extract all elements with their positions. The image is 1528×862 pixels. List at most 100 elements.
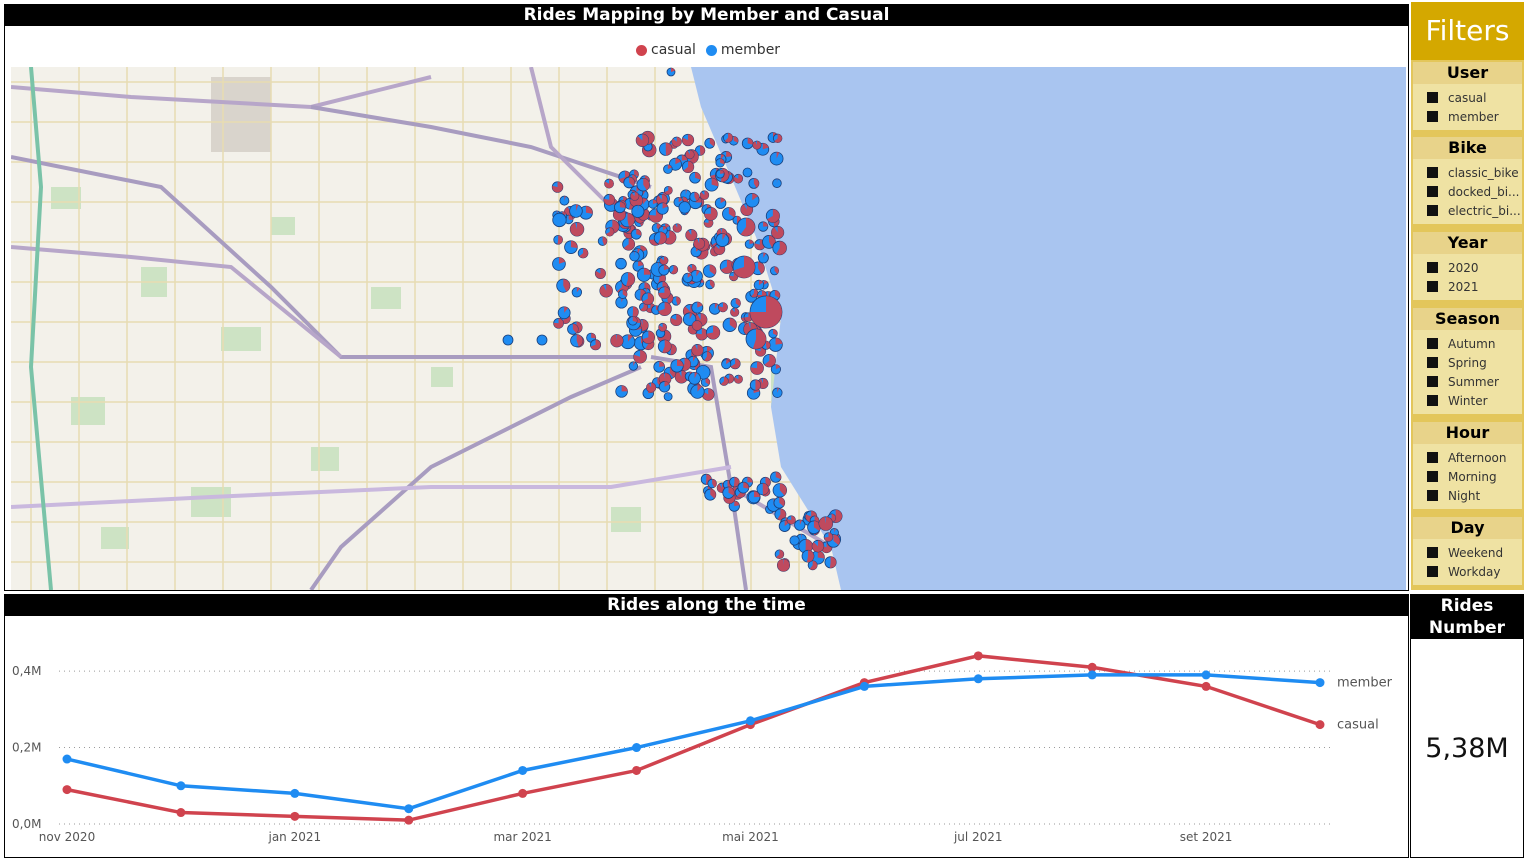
station-marker (794, 519, 806, 531)
checkbox[interactable] (1427, 471, 1438, 482)
station-marker (745, 328, 767, 350)
filter-option-label: 2020 (1448, 260, 1479, 275)
station-marker (773, 496, 786, 509)
station-marker (699, 190, 710, 200)
checkbox[interactable] (1427, 547, 1438, 558)
filter-option[interactable]: docked_bi... (1413, 182, 1522, 201)
data-point-member (859, 681, 869, 691)
station-marker (729, 476, 740, 488)
data-point-member (745, 716, 755, 726)
map-canvas[interactable] (11, 67, 1406, 590)
filter-option[interactable]: Morning (1413, 467, 1522, 486)
filter-option[interactable]: 2021 (1413, 277, 1522, 296)
station-marker (693, 237, 706, 250)
legend-member-label[interactable]: member (721, 42, 780, 58)
rides-line-chart[interactable]: 0,0M 0,2M 0,4M nov 2020 jan 2021 mar 2021 mai … (4, 617, 1409, 857)
station-marker (629, 251, 640, 262)
station-marker (736, 217, 756, 237)
station-marker (776, 558, 791, 572)
checkbox[interactable] (1427, 205, 1438, 216)
station-marker (570, 334, 584, 348)
checkbox[interactable] (1427, 357, 1438, 368)
station-marker (617, 289, 628, 299)
filter-option-label: 2021 (1448, 279, 1479, 294)
checkbox[interactable] (1427, 566, 1438, 577)
station-marker (659, 256, 669, 265)
station-marker (772, 483, 788, 498)
filter-option[interactable]: electric_bi... (1413, 201, 1522, 220)
checkbox[interactable] (1427, 281, 1438, 292)
station-marker (722, 317, 737, 332)
station-marker (770, 471, 782, 483)
station-marker (704, 206, 718, 221)
data-point-member (176, 781, 186, 791)
filter-option[interactable]: Night (1413, 486, 1522, 505)
station-marker (733, 374, 743, 384)
station-marker (715, 158, 725, 168)
checkbox[interactable] (1427, 376, 1438, 387)
data-point-member (1087, 670, 1097, 680)
station-marker (615, 385, 628, 398)
filter-option[interactable]: Workday (1413, 562, 1522, 581)
data-point-member (1201, 670, 1211, 680)
station-marker (769, 151, 784, 166)
checkbox[interactable] (1427, 395, 1438, 406)
station-marker (635, 133, 650, 147)
station-marker (741, 137, 754, 150)
x-tick-label: set 2021 (1180, 830, 1233, 844)
checkbox[interactable] (1427, 262, 1438, 273)
station-marker (704, 137, 716, 149)
filter-option-label: Winter (1448, 393, 1488, 408)
filter-option[interactable]: Weekend (1413, 543, 1522, 562)
checkbox[interactable] (1427, 111, 1438, 122)
data-point-member (62, 754, 72, 764)
station-marker (577, 247, 589, 259)
filter-option-label: classic_bike (1448, 165, 1519, 180)
station-marker (620, 272, 636, 287)
station-marker (641, 292, 655, 306)
checkbox[interactable] (1427, 167, 1438, 178)
filter-option[interactable]: Summer (1413, 372, 1522, 391)
data-point-casual (176, 808, 186, 818)
station-marker (659, 142, 673, 156)
station-marker (603, 193, 616, 206)
station-marker (604, 178, 614, 189)
filter-option[interactable]: Winter (1413, 391, 1522, 410)
chicago-map[interactable] (11, 67, 1406, 590)
filter-option[interactable]: 2020 (1413, 258, 1522, 277)
filter-option-label: Afternoon (1448, 450, 1507, 465)
data-point-casual (973, 651, 983, 661)
filter-option[interactable]: Autumn (1413, 334, 1522, 353)
data-point-casual (1315, 720, 1325, 730)
station-marker (722, 207, 736, 221)
station-marker (658, 286, 671, 300)
data-point-casual (1201, 681, 1211, 691)
station-marker (823, 532, 834, 542)
checkbox[interactable] (1427, 452, 1438, 463)
station-marker (753, 279, 765, 291)
filter-option[interactable]: classic_bike (1413, 163, 1522, 182)
filter-option[interactable]: member (1413, 107, 1522, 126)
checkbox[interactable] (1427, 186, 1438, 197)
data-point-casual (518, 788, 528, 798)
station-marker (615, 257, 627, 270)
checkbox[interactable] (1427, 338, 1438, 349)
filter-option[interactable]: casual (1413, 88, 1522, 107)
station-marker (730, 297, 741, 309)
station-marker (670, 359, 684, 373)
station-marker (688, 371, 701, 385)
filter-group-hour: Hour Afternoon Morning Night (1413, 422, 1522, 509)
station-marker (722, 486, 735, 499)
station-marker (657, 339, 672, 354)
station-marker (653, 361, 665, 373)
station-marker (744, 193, 760, 208)
checkbox[interactable] (1427, 92, 1438, 103)
filter-option[interactable]: Afternoon (1413, 448, 1522, 467)
station-marker (628, 316, 638, 326)
data-point-member (518, 765, 528, 775)
station-marker (663, 185, 673, 195)
station-marker (715, 233, 730, 247)
filter-option[interactable]: Spring (1413, 353, 1522, 372)
legend-casual-label[interactable]: casual (651, 42, 696, 58)
checkbox[interactable] (1427, 490, 1438, 501)
